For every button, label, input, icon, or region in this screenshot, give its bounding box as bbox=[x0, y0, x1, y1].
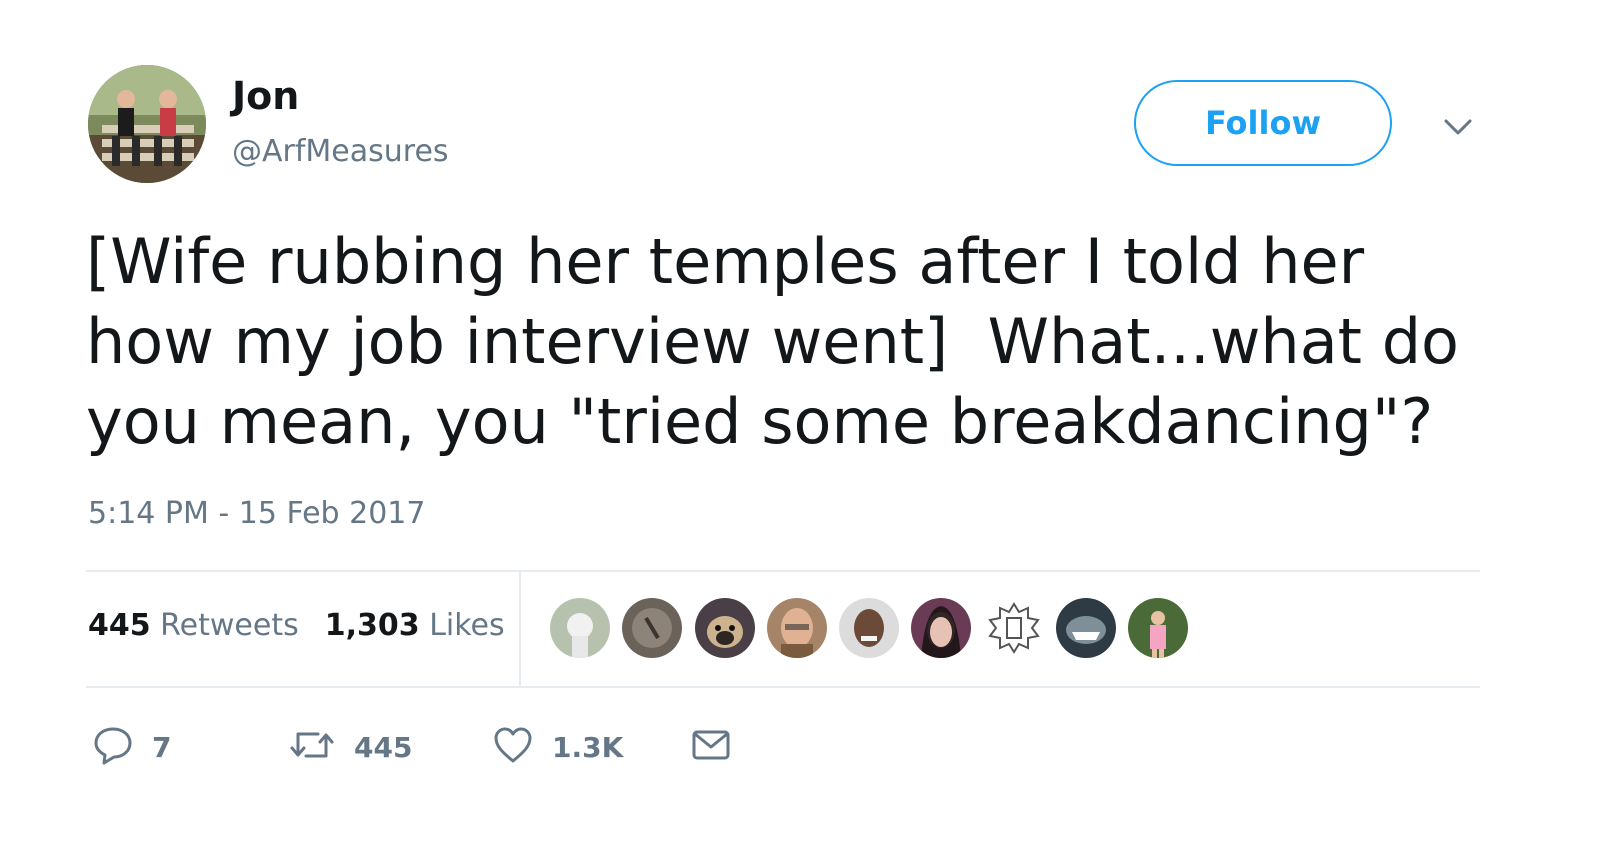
retweet-action[interactable]: 445 bbox=[288, 722, 412, 772]
liker-avatar[interactable] bbox=[911, 598, 971, 658]
like-count: 1.3K bbox=[552, 730, 624, 764]
liker-avatar[interactable] bbox=[767, 598, 827, 658]
reply-count: 7 bbox=[152, 730, 172, 764]
likes-stat[interactable]: 1,303 Likes bbox=[325, 608, 505, 643]
liker-avatar[interactable] bbox=[622, 598, 682, 658]
retweets-stat[interactable]: 445 Retweets bbox=[88, 608, 299, 643]
liker-avatar[interactable] bbox=[1056, 598, 1116, 658]
envelope-icon bbox=[690, 724, 732, 770]
like-action[interactable]: 1.3K bbox=[492, 722, 623, 772]
chevron-down-icon[interactable] bbox=[1440, 112, 1476, 142]
retweet-count: 445 bbox=[354, 730, 413, 764]
retweets-count: 445 bbox=[88, 608, 151, 643]
liker-avatar[interactable] bbox=[695, 598, 755, 658]
reply-action[interactable]: 7 bbox=[92, 722, 171, 772]
likes-label: Likes bbox=[429, 608, 505, 643]
reply-icon bbox=[92, 724, 134, 770]
tweet-stats: 445 Retweets 1,303 Likes bbox=[88, 604, 505, 648]
author-display-name[interactable]: Jon bbox=[232, 70, 299, 122]
divider-vertical bbox=[519, 572, 521, 686]
liker-avatar[interactable] bbox=[984, 598, 1044, 658]
tweet-text: [Wife rubbing her temples after I told h… bbox=[86, 225, 1479, 458]
retweet-icon bbox=[288, 724, 336, 770]
direct-message-action[interactable] bbox=[690, 722, 732, 772]
divider-bottom bbox=[86, 686, 1480, 688]
heart-icon bbox=[492, 724, 534, 770]
follow-button[interactable]: Follow bbox=[1134, 80, 1392, 166]
divider-top bbox=[86, 570, 1480, 572]
retweets-label: Retweets bbox=[160, 608, 299, 643]
liker-avatar[interactable] bbox=[1128, 598, 1188, 658]
likes-count: 1,303 bbox=[324, 608, 420, 643]
tweet-card: Jon @ArfMeasures Follow [Wife rubbing he… bbox=[0, 0, 1600, 847]
author-avatar[interactable] bbox=[88, 65, 206, 183]
liker-avatar[interactable] bbox=[550, 598, 610, 658]
author-handle[interactable]: @ArfMeasures bbox=[232, 130, 449, 174]
liker-avatar[interactable] bbox=[839, 598, 899, 658]
tweet-timestamp[interactable]: 5:14 PM - 15 Feb 2017 bbox=[88, 492, 426, 536]
